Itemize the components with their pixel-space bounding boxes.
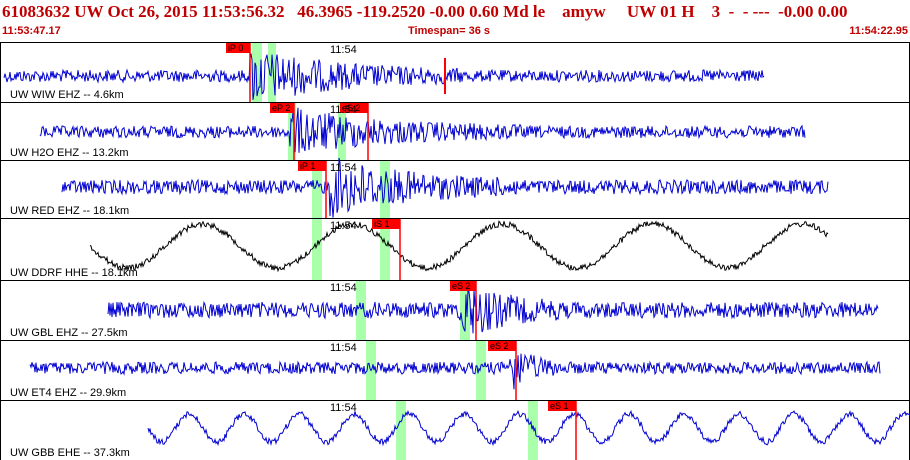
time-tick-label: 11:54 <box>330 282 357 294</box>
time-tick-label: 11:54 <box>330 44 357 56</box>
seismogram-panel[interactable]: eP 2 eS 211:54UW H2O EHZ -- 13.2km <box>0 102 910 161</box>
pick-label: iP 0 <box>228 43 243 53</box>
timespan-label: Timespan= 36 s <box>408 25 491 37</box>
seismogram-panels[interactable]: iP 0 11:54 UW WIW EHZ -- 4.6km eP 2 eS 2 11:5… <box>0 40 910 460</box>
seismogram-panel[interactable]: iP 0 11:54 UW WIW EHZ -- 4.6km <box>0 42 910 103</box>
pick-label: eS 2 <box>490 341 509 351</box>
station-label: UW RED EHZ -- 18.1km <box>10 205 129 217</box>
time-tick-label: 11:54 <box>330 402 357 414</box>
station-label: UW WIW EHZ -- 4.6km <box>10 89 124 101</box>
waveform-trace <box>107 289 879 334</box>
seismogram-panel[interactable]: iS 1 11:54 UW DDRF HHE -- 18.1km <box>0 218 910 281</box>
station-label: UW ET4 EHZ -- 29.9km <box>10 387 126 399</box>
time-tick-label: 11:54 <box>330 104 357 116</box>
waveform-trace <box>89 220 829 273</box>
phase-window <box>356 281 366 340</box>
seismogram-panel[interactable]: iP 1 11:54 UW RED EHZ -- 18.1km <box>0 157 910 219</box>
pick-label: iS 1 <box>374 219 390 229</box>
waveform-trace <box>61 157 829 218</box>
header-bar: 61083632 UW Oct 26, 2015 11:53:56.32 46.… <box>0 0 910 40</box>
station-label: UW GBL EHZ -- 27.5km <box>10 327 128 339</box>
phase-window <box>528 401 538 460</box>
station-label: UW GBB EHE -- 37.3km <box>10 447 130 459</box>
phase-window <box>396 401 406 460</box>
pick-label: iP 1 <box>300 161 315 171</box>
time-tick-label: 11:54 <box>330 342 357 354</box>
phase-window <box>312 219 322 280</box>
seismogram-panel[interactable]: eS 2 11:54 UW GBL EHZ -- 27.5km <box>0 280 910 341</box>
waveform-trace <box>29 353 881 390</box>
seismogram-panel[interactable]: eS 2 11:54 UW ET4 EHZ -- 29.9km <box>0 340 910 401</box>
end-time-label: 11:54:22.95 <box>849 25 908 37</box>
waveform-trace <box>39 107 806 153</box>
panel-frame <box>0 400 910 460</box>
pick-label: eS 1 <box>550 401 569 411</box>
station-label: UW DDRF HHE -- 18.1km <box>10 267 138 279</box>
station-label: UW H2O EHZ -- 13.2km <box>10 147 129 159</box>
pick-label: eS 2 <box>452 281 471 291</box>
event-summary-title: 61083632 UW Oct 26, 2015 11:53:56.32 46.… <box>2 2 848 21</box>
seismogram-panel[interactable]: eS 1 11:54 UW GBB EHE -- 37.3km <box>0 400 910 460</box>
start-time-label: 11:53:47.17 <box>2 25 61 37</box>
time-tick-label: 11:54 <box>330 220 357 232</box>
pick-label: eP 2 <box>272 103 290 113</box>
time-tick-label: 11:54 <box>330 162 357 174</box>
